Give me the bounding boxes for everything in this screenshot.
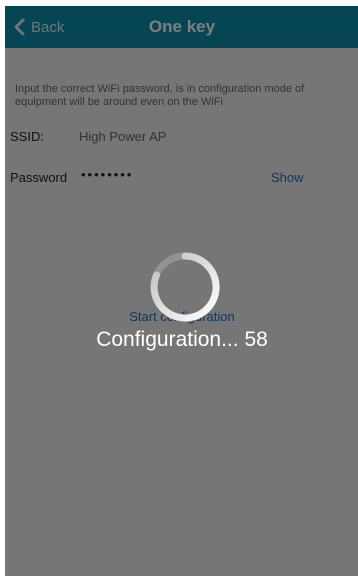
loading-spinner-icon xyxy=(150,252,220,322)
loading-overlay: Configuration... 58 xyxy=(5,6,358,576)
progress-text: Configuration... 58 xyxy=(96,328,268,351)
app-screen: Back One key Input the correct WiFi pass… xyxy=(5,6,358,576)
